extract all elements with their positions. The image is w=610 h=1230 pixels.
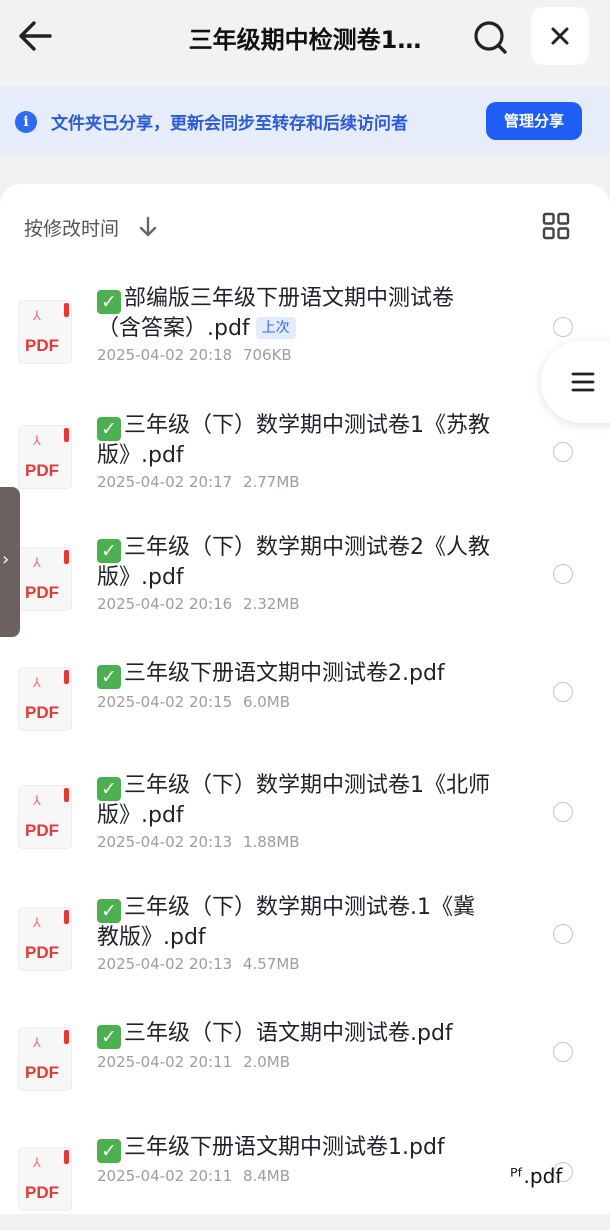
info-icon: i (15, 111, 37, 133)
file-meta: 2025-04-02 20:16 2.32MB (97, 595, 300, 613)
side-drawer-tab[interactable]: › (0, 487, 20, 637)
file-meta: 2025-04-02 20:11 8.4MB (97, 1167, 290, 1185)
file-meta: 2025-04-02 20:13 1.88MB (97, 833, 300, 851)
sort-by-modified-time[interactable]: 按修改时间 (24, 214, 119, 241)
file-meta: 2025-04-02 20:18 706KB (97, 346, 292, 364)
file-date: 2025-04-02 20:17 (97, 473, 233, 491)
search-icon[interactable] (469, 16, 513, 60)
file-row[interactable]: ⅄ PDF ✓ 三年级下册语文期中测试卷2.pdf 2025-04-02 20:1… (0, 632, 610, 750)
pdf-label: PDF (25, 461, 59, 480)
pdf-label: PDF (25, 1063, 59, 1082)
pdf-file-icon: ⅄ PDF (19, 1028, 71, 1090)
file-size: 2.32MB (242, 595, 300, 613)
file-name: ✓ 三年级（下）数学期中测试卷1《北师版》.pdf (97, 773, 490, 828)
file-name: ✓ 三年级（下）数学期中测试卷.1《冀教版》.pdf (97, 895, 475, 950)
check-mark-icon: ✓ (97, 290, 121, 314)
select-radio[interactable] (553, 317, 573, 337)
file-row[interactable]: ⅄ PDF ✓ 部编版三年级下册语文期中测试卷（含答案）.pdf 上次 2025-0… (0, 265, 610, 383)
grid-view-icon[interactable] (542, 212, 570, 240)
file-date: 2025-04-02 20:11 (97, 1167, 233, 1185)
select-radio[interactable] (553, 442, 573, 462)
check-mark-icon: ✓ (97, 777, 121, 801)
manage-share-button[interactable]: 管理分享 (486, 102, 582, 140)
pdf-label: PDF (25, 1183, 59, 1202)
file-size: 706KB (242, 346, 292, 364)
page-title: 三年级期中检测卷1… (188, 26, 422, 54)
check-mark-icon: ✓ (97, 417, 121, 441)
file-name: ✓ 三年级（下）语文期中测试卷.pdf (97, 1019, 492, 1049)
check-mark-icon: ✓ (97, 665, 121, 689)
menu-icon (571, 372, 595, 392)
file-meta: 2025-04-02 20:15 6.0MB (97, 693, 290, 711)
pdf-file-icon: ⅄ PDF (19, 301, 71, 363)
check-mark-icon: ✓ (97, 1025, 121, 1049)
select-radio[interactable] (553, 924, 573, 944)
file-row[interactable]: ⅄ PDF ✓ 三年级（下）数学期中测试卷1《苏教版》.pdf 2025-04-0… (0, 390, 610, 508)
check-mark-icon: ✓ (97, 1139, 121, 1163)
file-size: 8.4MB (242, 1167, 291, 1185)
pdf-label: PDF (25, 821, 59, 840)
pdf-file-icon: ⅄ PDF (19, 908, 71, 970)
watermark: ᴾᶠ.pdf (510, 1164, 563, 1188)
select-radio[interactable] (553, 682, 573, 702)
pdf-label: PDF (25, 336, 59, 355)
chevron-right-icon: › (2, 549, 10, 570)
pdf-label: PDF (25, 583, 59, 602)
check-mark-icon: ✓ (97, 899, 121, 923)
file-name: ✓ 三年级（下）数学期中测试卷2《人教版》.pdf (97, 535, 490, 590)
select-radio[interactable] (553, 802, 573, 822)
file-size: 2.77MB (242, 473, 300, 491)
file-date: 2025-04-02 20:18 (97, 346, 233, 364)
pdf-file-icon: ⅄ PDF (19, 786, 71, 848)
pdf-file-icon: ⅄ PDF (19, 548, 71, 610)
close-icon (551, 27, 569, 45)
check-mark-icon: ✓ (97, 539, 121, 563)
file-meta: 2025-04-02 20:17 2.77MB (97, 473, 300, 491)
pdf-file-icon: ⅄ PDF (19, 426, 71, 488)
file-name: ✓ 三年级下册语文期中测试卷1.pdf (97, 1133, 492, 1163)
last-opened-badge: 上次 (255, 317, 296, 339)
file-name: ✓ 三年级（下）数学期中测试卷1《苏教版》.pdf (97, 413, 490, 468)
file-date: 2025-04-02 20:13 (97, 833, 233, 851)
file-size: 2.0MB (242, 1053, 291, 1071)
file-name: ✓ 部编版三年级下册语文期中测试卷（含答案）.pdf 上次 (97, 286, 455, 341)
file-meta: 2025-04-02 20:13 4.57MB (97, 955, 300, 973)
select-radio[interactable] (553, 1042, 573, 1062)
file-row[interactable]: ⅄ PDF ✓ 三年级（下）语文期中测试卷.pdf 2025-04-02 20:1… (0, 992, 610, 1110)
file-size: 6.0MB (242, 693, 291, 711)
file-size: 1.88MB (242, 833, 300, 851)
file-date: 2025-04-02 20:15 (97, 693, 233, 711)
file-date: 2025-04-02 20:13 (97, 955, 233, 973)
arrow-down-icon[interactable] (138, 216, 158, 238)
file-row[interactable]: ⅄ PDF ✓ 三年级（下）数学期中测试卷1《北师版》.pdf 2025-04-0… (0, 750, 610, 868)
pdf-file-icon: ⅄ PDF (19, 1148, 71, 1210)
back-arrow-icon[interactable] (14, 16, 58, 56)
top-bar: 三年级期中检测卷1… (0, 0, 610, 80)
file-row[interactable]: ⅄ PDF ✓ 三年级（下）数学期中测试卷2《人教版》.pdf 2025-04-0… (0, 512, 610, 630)
file-name: ✓ 三年级下册语文期中测试卷2.pdf (97, 659, 492, 689)
file-size: 4.57MB (242, 955, 300, 973)
select-radio[interactable] (553, 564, 573, 584)
pdf-label: PDF (25, 943, 59, 962)
pdf-label: PDF (25, 703, 59, 722)
share-notice-banner: i 文件夹已分享，更新会同步至转存和后续访问者 管理分享 (0, 86, 610, 156)
file-date: 2025-04-02 20:11 (97, 1053, 233, 1071)
file-date: 2025-04-02 20:16 (97, 595, 233, 613)
close-button[interactable] (531, 7, 589, 65)
file-meta: 2025-04-02 20:11 2.0MB (97, 1053, 290, 1071)
pdf-file-icon: ⅄ PDF (19, 668, 71, 730)
share-notice-text: 文件夹已分享，更新会同步至转存和后续访问者 (51, 114, 408, 134)
file-row[interactable]: ⅄ PDF ✓ 三年级（下）数学期中测试卷.1《冀教版》.pdf 2025-04-… (0, 872, 610, 990)
